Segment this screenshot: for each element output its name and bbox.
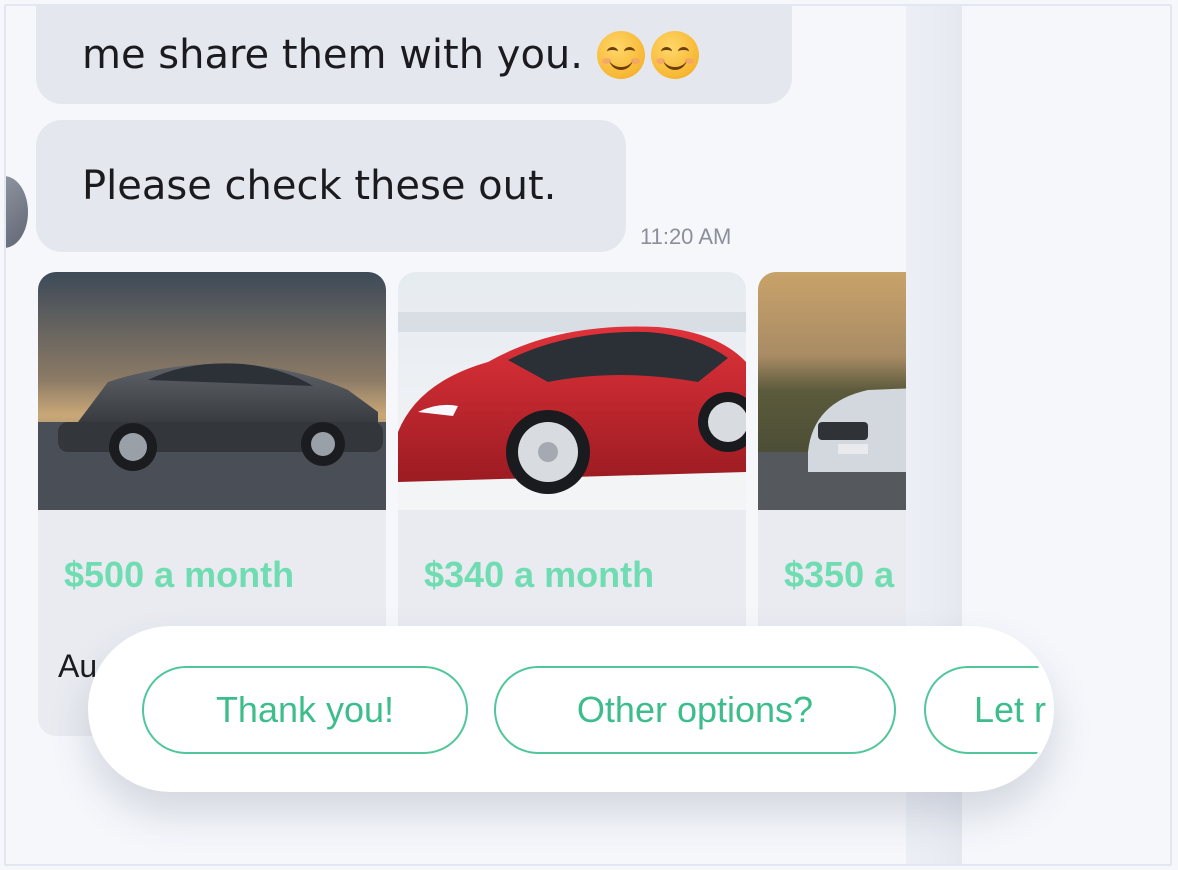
quick-replies-scroll[interactable]: Thank you! Other options? Let r <box>88 626 1050 792</box>
card-price: $500 a month <box>64 554 295 595</box>
quick-reply-other-options[interactable]: Other options? <box>494 666 896 754</box>
message-timestamp: 11:20 AM <box>640 224 732 249</box>
chat-message: Please check these out. <box>36 120 626 252</box>
smiling-face-icon <box>651 31 699 79</box>
app-frame: me share them with you. Please check the… <box>4 4 1172 866</box>
smiling-face-icon <box>597 31 645 79</box>
car-photo <box>758 272 906 510</box>
card-price: $350 a <box>784 554 895 595</box>
car-photo <box>38 272 386 510</box>
quick-reply-thank-you[interactable]: Thank you! <box>142 666 468 754</box>
avatar <box>6 176 28 248</box>
message-text: me share them with you. <box>82 32 583 78</box>
chat-message: me share them with you. <box>36 6 792 104</box>
quick-reply-more[interactable]: Let r <box>924 666 1050 754</box>
car-photo <box>398 272 746 510</box>
message-text: Please check these out. <box>82 163 557 209</box>
card-title: Au <box>58 648 98 684</box>
card-price: $340 a month <box>424 554 655 595</box>
quick-replies-bar: Thank you! Other options? Let r <box>88 626 1054 792</box>
